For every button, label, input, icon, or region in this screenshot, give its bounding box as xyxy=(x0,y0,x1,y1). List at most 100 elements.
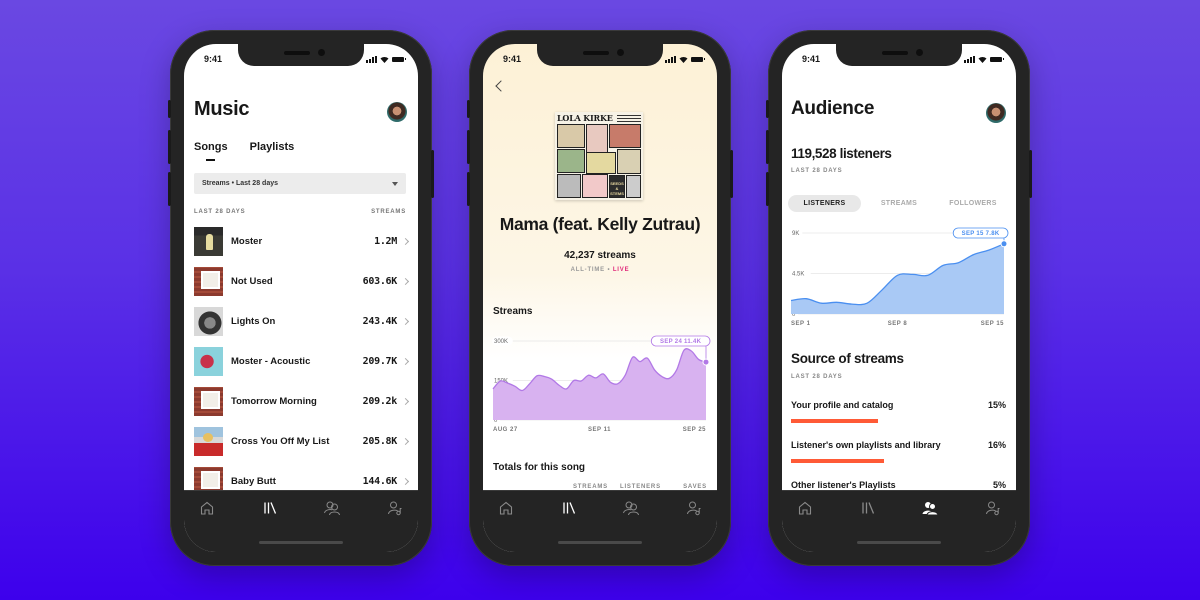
profile-icon xyxy=(387,501,402,516)
separator: • xyxy=(605,267,613,273)
y-tick-label: 4.5K xyxy=(792,272,804,278)
y-tick: 4.5K xyxy=(790,269,811,278)
page-title: Music xyxy=(194,98,250,120)
home-indicator xyxy=(857,541,941,544)
phone-audience: 9:41 Audience 119,528 listeners LAST 28 … xyxy=(766,30,1032,566)
tab-home[interactable] xyxy=(196,499,218,517)
song-name: Moster - Acoustic xyxy=(231,355,311,367)
album-panel xyxy=(582,174,608,198)
signal-icon xyxy=(665,55,676,63)
album-art xyxy=(194,386,223,416)
source-period: LAST 28 DAYS xyxy=(791,374,843,380)
song-name: Moster xyxy=(231,235,263,247)
tab-home[interactable] xyxy=(495,499,517,517)
album-art xyxy=(194,346,223,376)
song-row[interactable]: Lights On 243.4K xyxy=(194,301,410,341)
album-caption: SEEDS & STEMS xyxy=(609,175,625,198)
chevron-right-icon xyxy=(401,477,410,485)
home-icon xyxy=(200,501,214,515)
y-tick: 9K xyxy=(790,228,803,238)
y-tick-label: 9K xyxy=(792,231,799,237)
tab-songs[interactable]: Songs xyxy=(194,141,228,161)
mute-switch xyxy=(168,100,171,118)
album-artist: LOLA KIRKE xyxy=(557,113,613,123)
tab-profile[interactable] xyxy=(384,499,406,517)
avatar[interactable] xyxy=(986,103,1006,123)
tab-profile[interactable] xyxy=(683,499,705,517)
profile-icon xyxy=(985,501,1000,516)
source-bar xyxy=(791,419,878,423)
source-label: Other listener's Playlists xyxy=(791,480,896,490)
source-row: Listener's own playlists and library 16% xyxy=(791,440,1006,480)
listeners-count: 119,528 listeners xyxy=(791,146,892,161)
album-panel xyxy=(626,175,641,198)
phone-song: 9:41 LOLA KIRKE SEEDS & STEMS Mama (feat… xyxy=(467,30,733,566)
chevron-right-icon xyxy=(401,357,410,365)
x-tick-label: SEP 11 xyxy=(588,427,611,433)
volume-up-button xyxy=(766,130,769,164)
tab-profile[interactable] xyxy=(982,499,1004,517)
streams-filter-dropdown[interactable]: Streams • Last 28 days xyxy=(194,173,406,194)
battery-icon xyxy=(691,56,705,62)
list-header-period: LAST 28 DAYS xyxy=(194,209,246,215)
tab-audience[interactable] xyxy=(620,499,642,517)
volume-down-button xyxy=(467,172,470,206)
tab-audience[interactable] xyxy=(321,499,343,517)
tab-home[interactable] xyxy=(794,499,816,517)
list-header-streams: STREAMS xyxy=(371,209,406,215)
source-percent: 5% xyxy=(992,480,1006,490)
back-chevron-icon[interactable] xyxy=(495,80,507,92)
tab-library[interactable] xyxy=(857,499,879,517)
source-label: Your profile and catalog xyxy=(791,400,894,410)
mute-switch xyxy=(766,100,769,118)
album-panel xyxy=(609,124,641,148)
song-total-streams: 42,237 streams xyxy=(564,250,636,261)
audience-icon xyxy=(623,501,640,516)
wifi-icon xyxy=(978,56,987,63)
home-icon xyxy=(499,501,513,515)
song-row[interactable]: Cross You Off My List 205.8K xyxy=(194,421,410,461)
library-icon xyxy=(563,502,575,514)
song-row[interactable]: Tomorrow Morning 209.2k xyxy=(194,381,410,421)
tab-playlists[interactable]: Playlists xyxy=(250,141,295,153)
song-row[interactable]: Not Used 603.6K xyxy=(194,261,410,301)
song-name: Tomorrow Morning xyxy=(231,395,317,407)
home-indicator xyxy=(259,541,343,544)
chevron-right-icon xyxy=(401,277,410,285)
screen-music: 9:41 Music Songs Playlists Streams • Las… xyxy=(184,44,418,552)
source-label: Listener's own playlists and library xyxy=(791,440,941,450)
song-row[interactable]: Moster - Acoustic 209.7K xyxy=(194,341,410,381)
tab-streams[interactable]: STREAMS xyxy=(861,200,937,207)
song-period: ALL-TIME • LIVE xyxy=(483,267,717,273)
album-panel xyxy=(586,124,608,154)
album-panel xyxy=(586,152,616,174)
album-art xyxy=(194,266,223,296)
listeners-chart[interactable]: 04.5K9KSEP 1 SEP 8 SEP 15SEP 15 7.8K xyxy=(782,220,1016,332)
song-streams: 1.2M xyxy=(374,235,397,247)
avatar[interactable] xyxy=(387,102,407,122)
tab-library[interactable] xyxy=(558,499,580,517)
library-icon xyxy=(862,502,874,514)
album-panel xyxy=(557,174,581,198)
status-time: 9:41 xyxy=(802,54,821,64)
volume-down-button xyxy=(168,172,171,206)
notch xyxy=(537,44,663,66)
tab-library[interactable] xyxy=(259,499,281,517)
tab-listeners[interactable]: LISTENERS xyxy=(788,195,861,212)
page-title: Audience xyxy=(791,98,875,119)
audience-icon xyxy=(922,502,939,516)
y-tick-label: 300K xyxy=(494,339,508,345)
profile-icon xyxy=(686,501,701,516)
streams-chart[interactable]: 0150K300KAUG 27SEP 11SEP 25SEP 24 11.4K xyxy=(483,328,717,438)
signal-icon xyxy=(964,55,975,63)
tab-followers[interactable]: FOLLOWERS xyxy=(937,200,1009,207)
song-row[interactable]: Moster 1.2M xyxy=(194,221,410,261)
audience-icon xyxy=(324,501,341,516)
tooltip-text: SEP 24 11.4K xyxy=(660,339,702,345)
tab-audience[interactable] xyxy=(919,499,941,517)
album-panel xyxy=(617,149,641,174)
chevron-right-icon xyxy=(401,317,410,325)
list-header: LAST 28 DAYS STREAMS xyxy=(194,209,406,215)
song-name: Cross You Off My List xyxy=(231,435,330,447)
battery-icon xyxy=(990,56,1004,62)
